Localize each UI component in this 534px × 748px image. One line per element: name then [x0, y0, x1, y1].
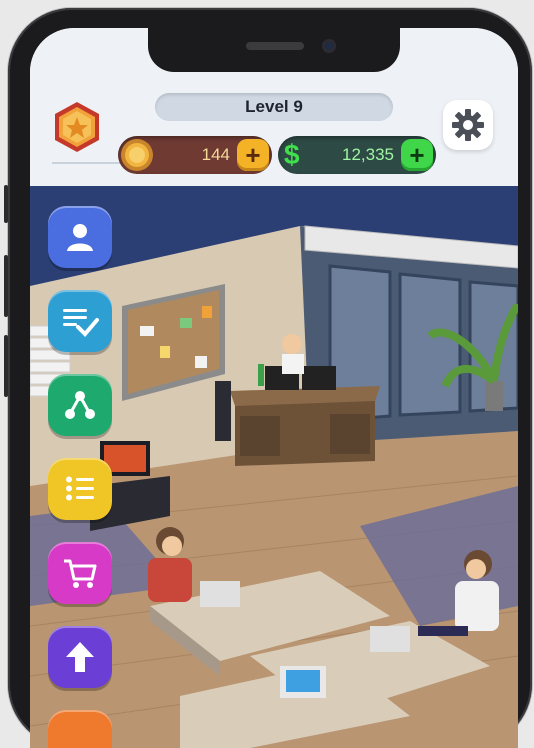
- phone-side-button: [4, 185, 8, 223]
- profile-button[interactable]: [48, 206, 112, 268]
- phone-side-button: [4, 335, 8, 397]
- list-button[interactable]: [48, 458, 112, 520]
- cash-amount: 12,335: [342, 145, 394, 164]
- rank-badge-icon[interactable]: [50, 100, 104, 154]
- coins-bar: 144 +: [118, 136, 272, 174]
- shop-button[interactable]: [48, 542, 112, 604]
- task-checklist-icon: [63, 309, 99, 337]
- partial-menu-button[interactable]: [48, 710, 112, 748]
- gear-icon: [452, 109, 484, 141]
- speaker-grille: [246, 42, 304, 50]
- phone-side-button: [4, 255, 8, 317]
- upgrade-button[interactable]: [48, 626, 112, 688]
- tasks-button[interactable]: [48, 290, 112, 352]
- level-indicator: Level 9: [155, 93, 393, 121]
- cash-bar: $ 12,335 +: [278, 136, 436, 174]
- coin-icon: [121, 139, 153, 171]
- level-label: Level 9: [245, 97, 303, 116]
- shop-cart-icon: [64, 559, 97, 588]
- add-coins-button[interactable]: +: [237, 139, 269, 171]
- dollar-icon: $: [284, 139, 300, 170]
- list-icon: [66, 476, 94, 501]
- coins-amount: 144: [201, 145, 230, 164]
- upgrade-arrow-icon: [66, 642, 94, 672]
- front-camera: [322, 39, 336, 53]
- plus-icon: +: [409, 140, 425, 170]
- add-cash-button[interactable]: +: [401, 139, 433, 171]
- network-button[interactable]: [48, 374, 112, 436]
- game-screen: Level 9 144 + $ 12,335 +: [30, 28, 518, 748]
- network-icon: [65, 391, 95, 419]
- settings-button[interactable]: [443, 100, 493, 150]
- plus-icon: +: [245, 140, 261, 170]
- hud-divider: [52, 162, 124, 164]
- phone-notch: [148, 28, 400, 72]
- profile-icon: [67, 224, 93, 251]
